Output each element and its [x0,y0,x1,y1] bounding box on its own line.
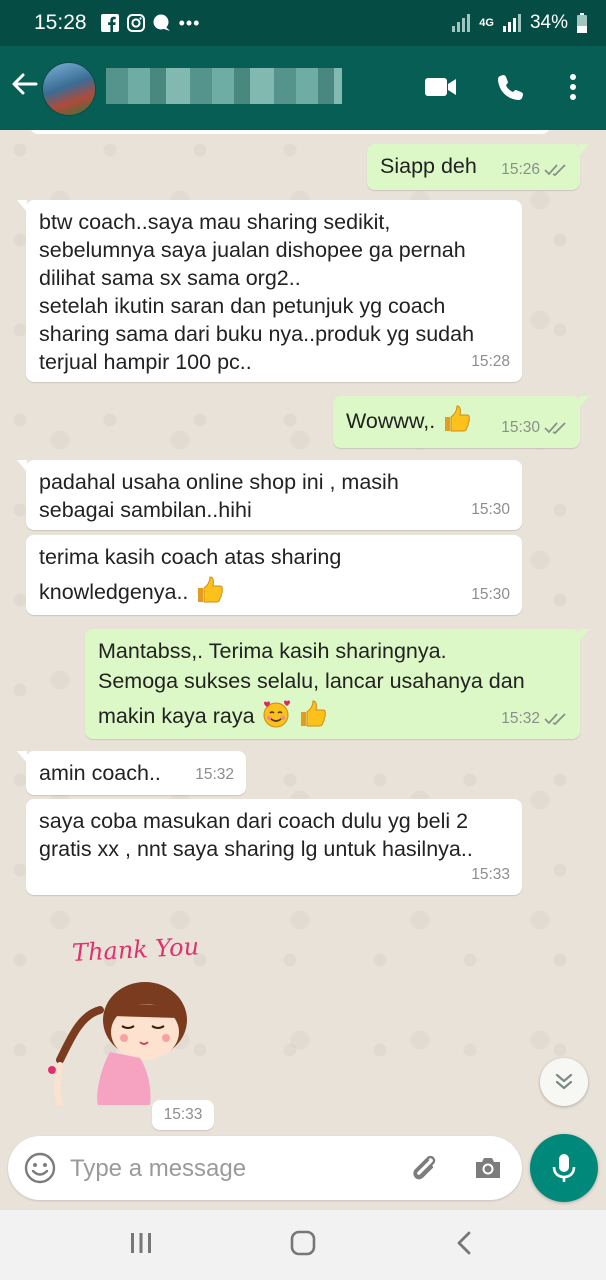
camera-icon[interactable] [472,1152,504,1189]
message-time: 15:30 [471,501,510,518]
message-bubble-incoming[interactable]: terima kasih coach atas sharing knowledg… [26,535,522,615]
network-type: 4G [479,16,494,29]
chat-header [0,46,606,130]
message-time: 15:30 [501,419,540,436]
previous-message-remnant [30,130,550,134]
message-time: 15:28 [471,353,510,370]
message-line: setelah ikutin saran dan petunjuk yg coa… [39,294,446,318]
message-bubble-incoming[interactable]: saya coba masukan dari coach dulu yg bel… [26,799,522,895]
message-line: sebagai sambilan..hihi [39,498,252,522]
message-line: Mantabss,. Terima kasih sharingnya. [98,639,447,663]
message-line: dilihat sama sx sama org2.. [39,266,301,290]
message-text: Wowww,. [346,409,436,434]
thumbs-up-emoji-icon [194,575,224,612]
message-input[interactable] [68,1146,392,1192]
signal-strength-icon [502,14,521,32]
scroll-to-bottom-button[interactable] [540,1058,588,1106]
contact-name-redacted[interactable] [106,68,342,104]
voice-record-button[interactable] [530,1134,598,1202]
more-vert-icon[interactable] [566,72,580,107]
thumbs-up-emoji-icon [441,404,471,441]
home-icon[interactable] [289,1229,317,1262]
video-call-icon[interactable] [424,72,458,107]
status-bar: 15:28 ••• 4G 34% [0,0,606,46]
battery-icon [577,13,587,33]
signal-icon [452,14,471,32]
double-check-icon [544,164,566,177]
message-line: Semoga sukses selalu, lancar usahanya da… [98,669,525,693]
message-bubble-incoming[interactable]: btw coach..saya mau sharing sedikit, seb… [17,200,522,382]
system-nav-bar [0,1210,606,1280]
attach-icon[interactable] [408,1152,440,1189]
message-time: 15:32 [501,710,540,727]
message-composer [8,1136,522,1200]
message-line: sebelumnya saya jualan dishopee ga perna… [39,238,466,262]
avatar[interactable] [42,62,96,116]
message-time: 15:30 [471,586,510,603]
microphone-icon [552,1154,576,1182]
double-chevron-down-icon [555,1073,573,1090]
message-line: saya coba masukan dari coach dulu yg bel… [39,809,469,833]
message-bubble-outgoing[interactable]: Siapp deh 15:26 [367,144,589,190]
message-line: knowledgenya.. [39,580,189,605]
message-bubble-outgoing[interactable]: Wowww,. 15:30 [333,396,589,448]
message-text: amin coach.. [39,761,161,785]
message-line: gratis xx , nnt saya sharing lg untuk ha… [39,837,473,861]
message-time: 15:32 [195,766,234,783]
message-icon [153,14,171,32]
message-time: 15:33 [471,866,510,883]
message-line: sharing sama dari buku nya..produk yg su… [39,322,475,346]
double-check-icon [544,422,566,435]
message-time: 15:26 [501,161,540,178]
message-bubble-outgoing[interactable]: Mantabss,. Terima kasih sharingnya. Semo… [85,629,589,739]
message-line: makin kaya raya [98,704,255,729]
message-line: btw coach..saya mau sharing sedikit, [39,210,391,234]
sticker-caption: Thank You [71,932,199,967]
message-list[interactable]: Siapp deh 15:26 btw coach..saya mau shar… [0,130,606,1132]
more-notifications-icon: ••• [178,12,201,33]
thank-you-sticker[interactable]: Thank You [40,920,240,1108]
recent-apps-icon[interactable] [128,1230,154,1261]
message-text: Siapp deh [380,154,477,178]
smiling-face-with-hearts-emoji-icon [261,699,291,736]
message-line: terjual hampir 100 pc.. [39,350,252,374]
instagram-icon [126,14,145,32]
back-icon[interactable] [452,1230,478,1261]
emoji-icon[interactable] [24,1152,56,1189]
double-check-icon [544,713,566,726]
back-arrow-icon[interactable] [10,70,38,103]
message-line: terima kasih coach atas sharing [39,545,342,569]
battery-percent: 34% [529,12,568,33]
facebook-icon [100,14,119,32]
thumbs-up-emoji-icon [297,699,327,736]
message-bubble-incoming[interactable]: padahal usaha online shop ini , masih se… [17,460,522,530]
message-bubble-incoming[interactable]: amin coach.. 15:32 [17,751,246,795]
message-line: padahal usaha online shop ini , masih [39,470,399,494]
status-time: 15:28 [34,11,87,34]
sticker-time: 15:33 [152,1100,214,1130]
phone-icon[interactable] [496,72,526,107]
